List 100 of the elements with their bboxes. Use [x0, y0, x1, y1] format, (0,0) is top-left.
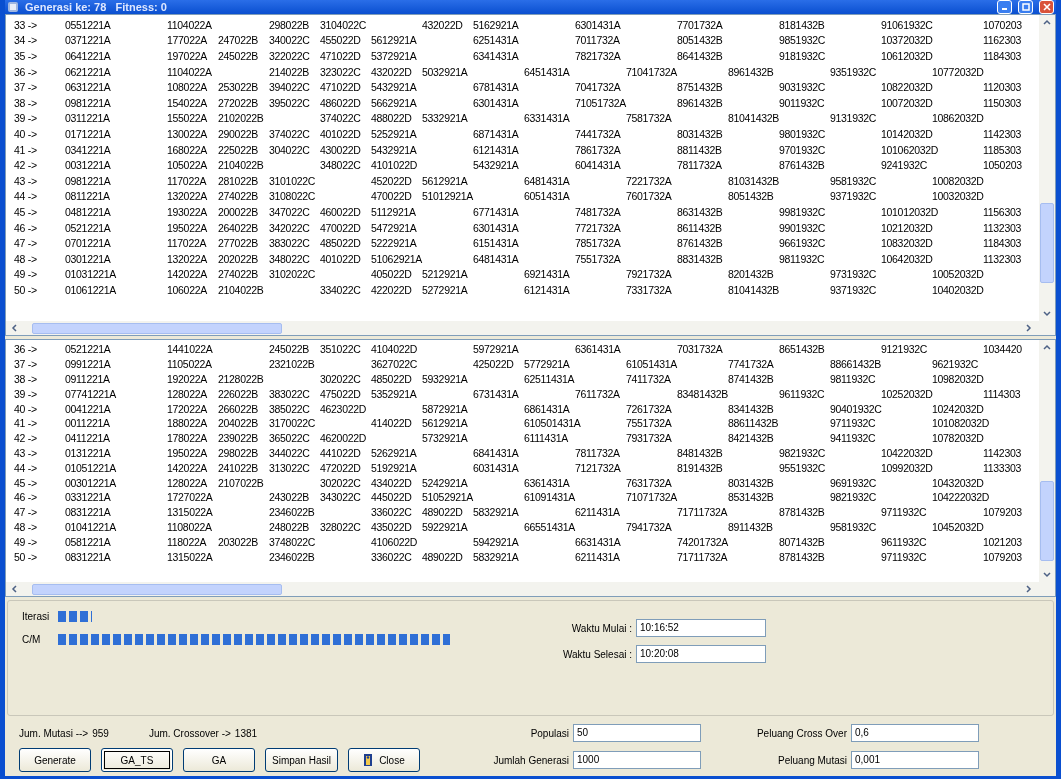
- chromosome-code: 81041432B: [728, 283, 781, 296]
- chromosome-code: 192022A: [167, 373, 208, 385]
- chromosome-code: 7221732A: [626, 174, 673, 187]
- chromosome-code: 5242921A: [422, 476, 469, 489]
- chromosome-code: 5432921A: [371, 143, 418, 156]
- row-number: 37 ->: [14, 358, 38, 371]
- minimize-button[interactable]: [997, 0, 1012, 14]
- close-icon: [1042, 3, 1051, 11]
- chromosome-code: 81031432B: [728, 174, 781, 187]
- chromosome-code: 8481432B: [677, 446, 724, 459]
- input-field[interactable]: 0,001: [851, 751, 979, 769]
- chromosome-code: 348022C: [320, 159, 362, 172]
- chromosome-code: 0311221A: [65, 112, 111, 125]
- row-number: 50 ->: [14, 283, 38, 296]
- row-number: 43 ->: [14, 174, 38, 187]
- chromosome-code: 00301221A: [65, 476, 118, 489]
- chromosome-code: 6111431A: [524, 432, 569, 445]
- chromosome-code: 5222921A: [371, 237, 418, 250]
- chromosome-code: 274022B: [218, 268, 259, 281]
- chromosome-code: 1079203: [983, 550, 1023, 563]
- row-number: 33 ->: [14, 18, 38, 31]
- chromosome-code: 9371932C: [830, 283, 878, 296]
- chromosome-code: 0991221A: [65, 358, 112, 371]
- chromosome-code: 6031431A: [473, 461, 520, 474]
- chromosome-code: 6871431A: [473, 127, 520, 140]
- chromosome-code: 1104022A: [167, 18, 213, 31]
- chromosome-code: 6041431A: [575, 159, 622, 172]
- scroll-thumb[interactable]: [1040, 481, 1054, 561]
- chromosome-code: 385022C: [269, 402, 311, 415]
- chromosome-code: 132022A: [167, 252, 208, 265]
- row-number: 49 ->: [14, 268, 38, 281]
- chromosome-code: 5472921A: [371, 221, 418, 234]
- row-number: 50 ->: [14, 550, 38, 563]
- chromosome-code: 281022B: [218, 174, 259, 187]
- chromosome-code: 322022C: [269, 50, 311, 62]
- input-field[interactable]: 50: [573, 724, 701, 742]
- chromosome-code: 200022B: [218, 205, 259, 218]
- row-number: 40 ->: [14, 402, 38, 415]
- action-button[interactable]: Generate: [19, 748, 91, 772]
- chromosome-code: 441022D: [320, 446, 362, 459]
- chromosome-code: 3102022C: [269, 268, 317, 281]
- horizontal-scrollbar[interactable]: [6, 321, 1055, 335]
- time-field[interactable]: 10:16:52: [636, 619, 766, 637]
- chromosome-code: 264022B: [218, 221, 259, 234]
- time-field[interactable]: 10:20:08: [636, 645, 766, 663]
- chromosome-code: 1142303: [983, 446, 1022, 459]
- row-number: 38 ->: [14, 373, 38, 385]
- action-button[interactable]: Simpan Hasil: [265, 748, 338, 772]
- chromosome-code: 5612921A: [422, 174, 469, 187]
- chromosome-code: 6121431A: [473, 143, 520, 156]
- chromosome-code: 10832032D: [881, 237, 934, 250]
- row-number: 42 ->: [14, 432, 38, 445]
- chromosome-code: 0171221A: [65, 127, 112, 140]
- chromosome-code: 117022A: [167, 174, 208, 187]
- chromosome-code: 6771431A: [473, 205, 520, 218]
- chromosome-code: 383022C: [269, 387, 311, 400]
- chromosome-code: 7721732A: [575, 221, 622, 234]
- progress-label: C/M: [22, 634, 42, 645]
- input-field[interactable]: 0,6: [851, 724, 979, 742]
- maximize-button[interactable]: [1018, 0, 1033, 14]
- action-button[interactable]: Close: [347, 748, 420, 772]
- chromosome-code: 6921431A: [524, 268, 571, 281]
- chromosome-code: 7411732A: [626, 373, 672, 385]
- chromosome-code: 10822032D: [881, 81, 934, 94]
- chromosome-code: 10072032D: [881, 96, 934, 109]
- horizontal-scrollbar[interactable]: [6, 582, 1055, 596]
- vertical-scrollbar[interactable]: [1039, 15, 1055, 321]
- row-number: 44 ->: [14, 190, 38, 203]
- chromosome-code: 5262921A: [371, 446, 418, 459]
- chromosome-code: 7261732A: [626, 402, 673, 415]
- chromosome-code: 5612921A: [371, 34, 418, 47]
- chromosome-code: 9821932C: [830, 491, 878, 504]
- field-label: Waktu Selesai :: [561, 648, 632, 660]
- chromosome-code: 2128022B: [218, 373, 265, 385]
- chromosome-code: 9851932C: [779, 34, 827, 47]
- chromosome-code: 8071432B: [779, 535, 826, 548]
- vertical-scrollbar[interactable]: [1039, 340, 1055, 582]
- chromosome-code: 489022D: [422, 550, 464, 563]
- chromosome-code: 6481431A: [473, 252, 520, 265]
- scroll-thumb[interactable]: [1040, 203, 1054, 283]
- chromosome-code: 195022A: [167, 446, 208, 459]
- chromosome-code: 6341431A: [473, 50, 520, 62]
- scroll-thumb[interactable]: [32, 322, 282, 334]
- chromosome-code: 61091431A: [524, 491, 577, 504]
- close-window-button[interactable]: [1039, 0, 1054, 14]
- input-field[interactable]: 1000: [573, 751, 701, 769]
- chromosome-code: 374022C: [269, 127, 311, 140]
- chromosome-code: 9801932C: [779, 127, 827, 140]
- progress-label: Iterasi: [22, 611, 51, 622]
- action-button[interactable]: GA: [183, 748, 255, 772]
- scroll-thumb[interactable]: [32, 583, 282, 595]
- chromosome-code: 323022C: [320, 65, 362, 78]
- chromosome-code: 155022A: [167, 112, 208, 125]
- action-button[interactable]: GA_TS: [101, 748, 173, 772]
- chromosome-code: 0301221A: [65, 252, 112, 265]
- chromosome-code: 0031221A: [65, 159, 112, 172]
- chromosome-code: 118022A: [167, 535, 208, 548]
- chromosome-code: 90401932C: [830, 402, 883, 415]
- chromosome-code: 5612921A: [422, 417, 469, 430]
- chromosome-code: 445022D: [371, 491, 413, 504]
